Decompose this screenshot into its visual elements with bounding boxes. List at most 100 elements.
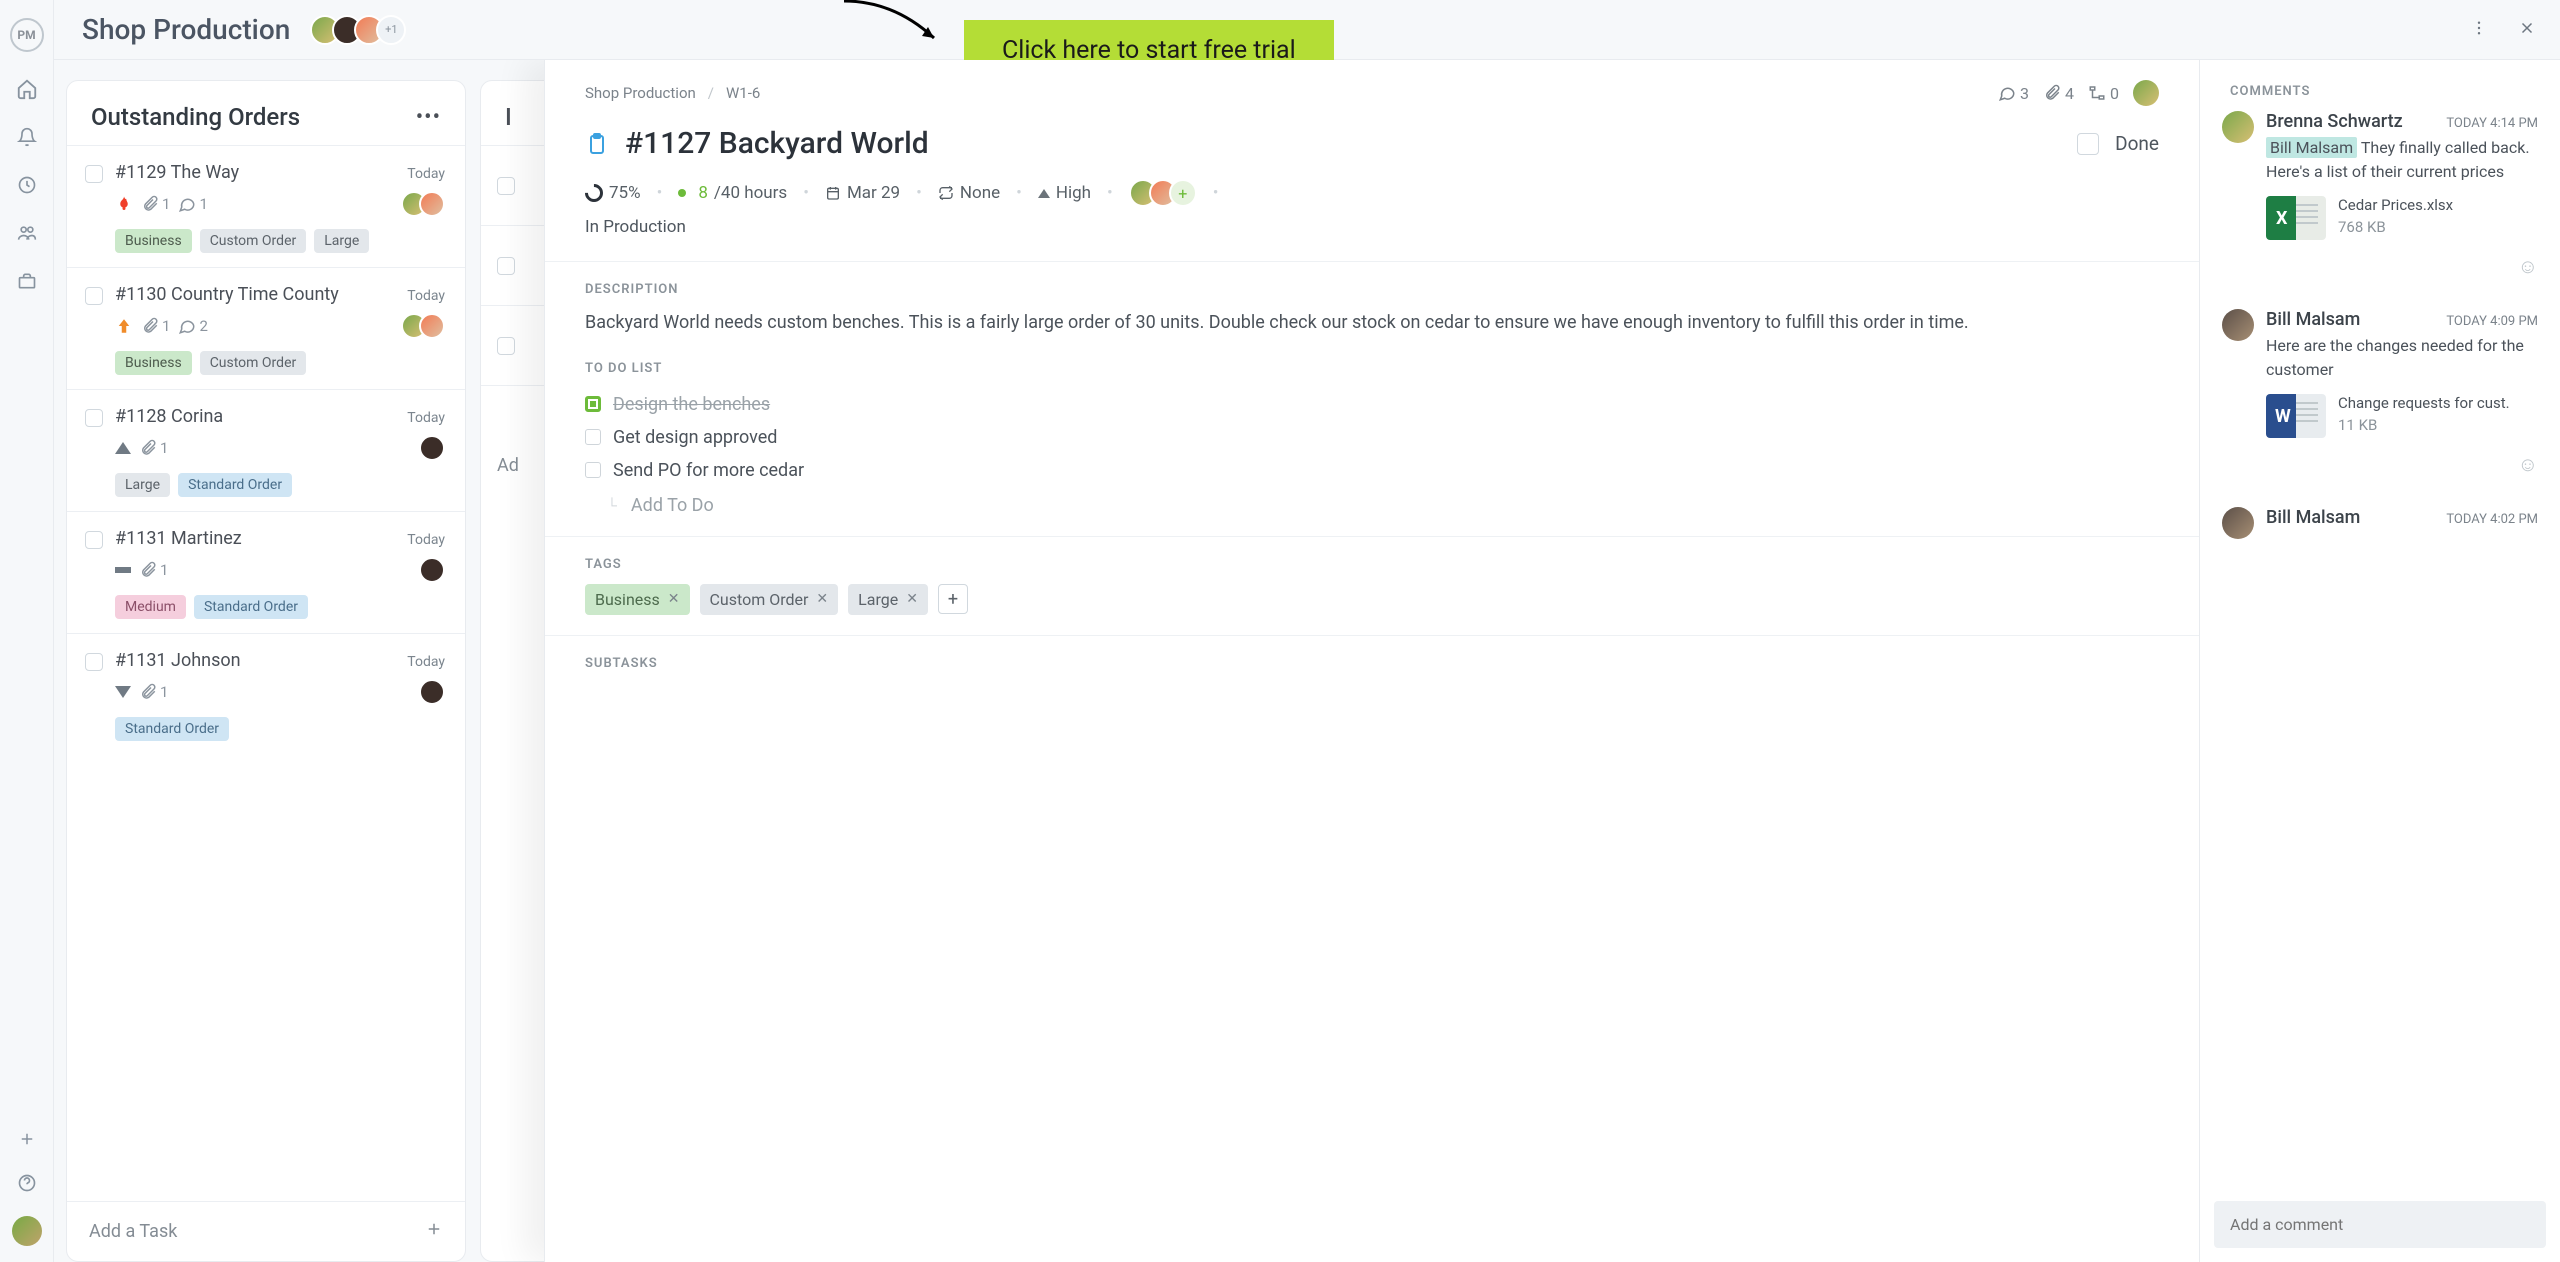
attachment[interactable]: Cedar Prices.xlsx768 KB	[2266, 196, 2538, 240]
todo-checkbox[interactable]	[585, 429, 601, 445]
task-checkbox[interactable]	[497, 177, 515, 195]
header: Shop Production +1 Click here to start f…	[54, 0, 2560, 60]
add-task-label: Add a Task	[89, 1221, 177, 1242]
task-checkbox[interactable]	[85, 165, 103, 183]
subtask-count[interactable]: 0	[2088, 84, 2119, 103]
tag[interactable]: Custom Order	[200, 229, 307, 253]
bell-icon[interactable]	[16, 126, 38, 148]
tag[interactable]: Business	[115, 351, 192, 375]
close-icon[interactable]	[2518, 19, 2536, 41]
task-card[interactable]: #1129 The WayToday 1 1 BusinessCustom Or…	[67, 145, 465, 267]
board: Outstanding Orders ••• #1129 The WayToda…	[54, 60, 2560, 1262]
task-card[interactable]: #1130 Country Time CountyToday 1 2 Busin…	[67, 267, 465, 389]
card-avatars	[401, 191, 445, 217]
todo-item[interactable]: Get design approved	[585, 421, 2159, 454]
comment-avatar[interactable]	[2222, 507, 2254, 539]
tag[interactable]: Large	[115, 473, 170, 497]
app-logo[interactable]: PM	[10, 18, 44, 52]
recurrence[interactable]: None	[938, 183, 1000, 203]
tag[interactable]: Standard Order	[178, 473, 292, 497]
comment-author[interactable]: Brenna Schwartz	[2266, 111, 2403, 132]
due-date[interactable]: Mar 29	[825, 183, 900, 203]
tag[interactable]: Business ✕	[585, 584, 690, 615]
priority[interactable]: High	[1038, 183, 1091, 203]
comment-avatar[interactable]	[2222, 111, 2254, 143]
more-menu-icon[interactable]	[2470, 19, 2488, 41]
clock-icon[interactable]	[16, 174, 38, 196]
mention[interactable]: Bill Malsam	[2266, 137, 2357, 158]
hours[interactable]: 8/40 hours	[678, 183, 787, 203]
react-icon[interactable]: ☺	[2266, 254, 2538, 279]
briefcase-icon[interactable]	[16, 270, 38, 292]
crumb-project[interactable]: Shop Production	[585, 84, 696, 102]
task-detail-panel: Shop Production / W1-6 3 4 0 #1127 Backy…	[544, 60, 2560, 1262]
task-title[interactable]: #1127 Backyard World	[625, 126, 2061, 161]
crumb-item[interactable]: W1-6	[726, 84, 760, 102]
todo-label: Send PO for more cedar	[613, 460, 804, 481]
tag[interactable]: Large ✕	[848, 584, 928, 615]
help-icon[interactable]	[16, 1172, 38, 1194]
remove-tag-icon[interactable]: ✕	[816, 591, 828, 607]
add-task-partial[interactable]: Ad	[497, 455, 519, 476]
progress[interactable]: 75%	[585, 183, 641, 203]
comment-author[interactable]: Bill Malsam	[2266, 309, 2360, 330]
file-size: 768 KB	[2338, 218, 2453, 236]
tag[interactable]: Custom Order ✕	[700, 584, 839, 615]
tag[interactable]: Custom Order	[200, 351, 307, 375]
home-icon[interactable]	[16, 78, 38, 100]
comment-input[interactable]	[2214, 1201, 2546, 1248]
project-title: Shop Production	[82, 13, 290, 46]
tag[interactable]: Standard Order	[115, 717, 229, 741]
tag[interactable]: Business	[115, 229, 192, 253]
remove-tag-icon[interactable]: ✕	[906, 591, 918, 607]
comment-avatar[interactable]	[2222, 309, 2254, 341]
plus-icon[interactable]	[16, 1128, 38, 1150]
attachment[interactable]: Change requests for cust.11 KB	[2266, 394, 2538, 438]
tag[interactable]: Large	[314, 229, 369, 253]
done-checkbox[interactable]	[2077, 133, 2099, 155]
tags-label: TAGS	[585, 557, 2159, 572]
react-icon[interactable]: ☺	[2266, 452, 2538, 477]
task-description[interactable]: Backyard World needs custom benches. Thi…	[585, 309, 2159, 337]
assignees[interactable]: +	[1129, 179, 1197, 207]
avatar	[419, 313, 445, 339]
add-assignee-button[interactable]: +	[1169, 179, 1197, 207]
task-card[interactable]: #1131 MartinezToday 1 MediumStandard Ord…	[67, 511, 465, 633]
column-title-partial: I	[505, 103, 512, 131]
todo-item[interactable]: Send PO for more cedar	[585, 454, 2159, 487]
add-task-row[interactable]: Add a Task	[67, 1201, 465, 1261]
task-checkbox[interactable]	[497, 337, 515, 355]
todo-item[interactable]: Design the benches	[585, 388, 2159, 421]
comment-author[interactable]: Bill Malsam	[2266, 507, 2360, 528]
task-checkbox[interactable]	[85, 409, 103, 427]
project-members[interactable]: +1	[310, 15, 406, 45]
task-card[interactable]: #1131 JohnsonToday 1 Standard Order	[67, 633, 465, 755]
file-size: 11 KB	[2338, 416, 2510, 434]
task-checkbox[interactable]	[85, 653, 103, 671]
task-owner-avatar[interactable]	[2133, 80, 2159, 106]
comment-time: TODAY 4:02 PM	[2446, 512, 2538, 527]
team-icon[interactable]	[16, 222, 38, 244]
todo-label: Design the benches	[613, 394, 770, 415]
add-tag-button[interactable]: +	[938, 584, 968, 614]
tag[interactable]: Medium	[115, 595, 186, 619]
attachment-icon: 1	[141, 317, 170, 335]
tag[interactable]: Standard Order	[194, 595, 308, 619]
task-card[interactable]: #1128 CorinaToday 1 LargeStandard Order	[67, 389, 465, 511]
task-checkbox[interactable]	[497, 257, 515, 275]
arrow-annotation	[834, 0, 954, 56]
card-date: Today	[407, 166, 445, 182]
todo-checkbox[interactable]	[585, 396, 601, 412]
attachment-count[interactable]: 4	[2043, 84, 2074, 103]
todo-checkbox[interactable]	[585, 462, 601, 478]
current-user-avatar[interactable]	[12, 1216, 42, 1246]
remove-tag-icon[interactable]: ✕	[668, 591, 680, 607]
task-checkbox[interactable]	[85, 287, 103, 305]
task-checkbox[interactable]	[85, 531, 103, 549]
todo-label: Get design approved	[613, 427, 777, 448]
column-menu-icon[interactable]: •••	[416, 105, 441, 130]
comment-count-icon: 2	[178, 317, 207, 335]
attachment-icon: 1	[139, 439, 168, 457]
add-todo[interactable]: └Add To Do	[585, 487, 2159, 516]
comment-count[interactable]: 3	[1998, 84, 2029, 103]
